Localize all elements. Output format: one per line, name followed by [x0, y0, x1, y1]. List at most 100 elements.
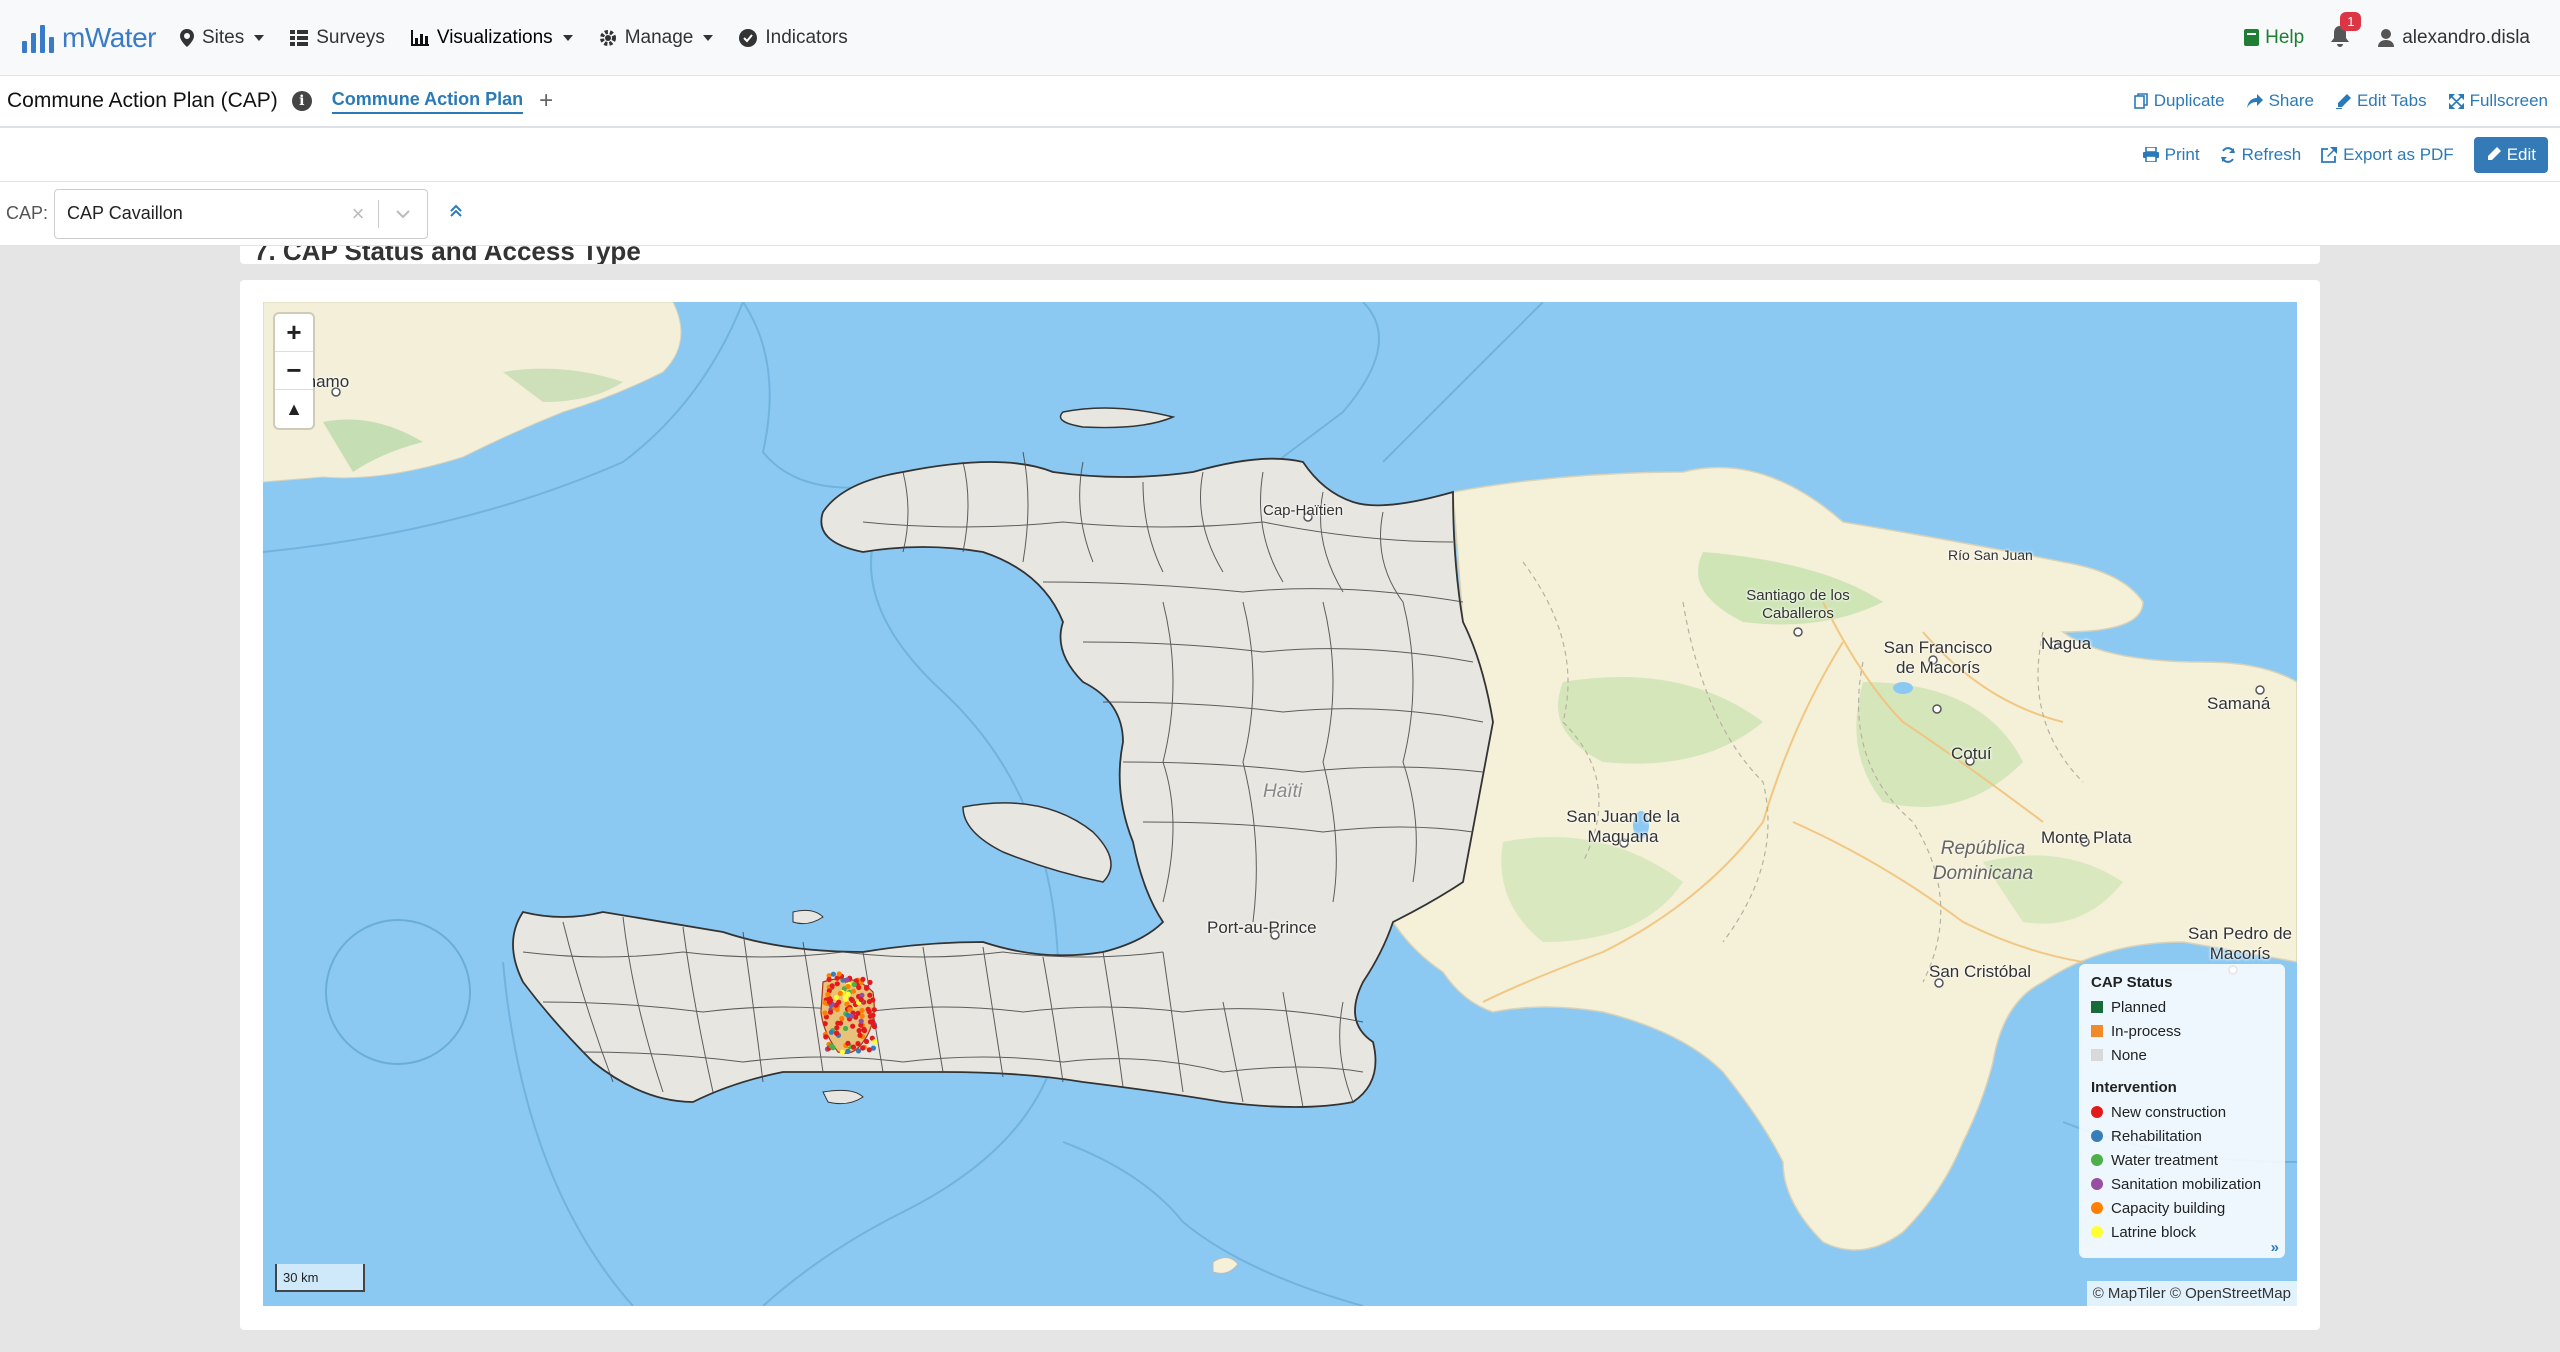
- intervention-point[interactable]: [866, 999, 873, 1005]
- intervention-point[interactable]: [850, 1023, 856, 1029]
- edit-button[interactable]: Edit: [2473, 136, 2548, 173]
- nav-surveys[interactable]: Surveys: [290, 27, 385, 49]
- intervention-point[interactable]: [829, 983, 835, 989]
- duplicate-label: Duplicate: [2153, 91, 2225, 110]
- fullscreen-button[interactable]: Fullscreen: [2448, 91, 2548, 111]
- intervention-point[interactable]: [856, 984, 862, 991]
- intervention-point[interactable]: [870, 1012, 876, 1018]
- intervention-point[interactable]: [835, 1020, 841, 1026]
- intervention-point[interactable]: [867, 979, 873, 986]
- user-menu[interactable]: alexandro.disla: [2378, 27, 2538, 49]
- intervention-point[interactable]: [845, 1048, 851, 1054]
- intervention-point[interactable]: [837, 990, 844, 997]
- nav-sites[interactable]: Sites: [179, 26, 265, 49]
- map-scale-bar: 30 km: [275, 1264, 365, 1292]
- pencil-icon: [2487, 147, 2501, 160]
- zoom-out-button[interactable]: −: [275, 352, 313, 390]
- intervention-point[interactable]: [843, 1025, 849, 1032]
- intervention-point[interactable]: [836, 971, 842, 977]
- intervention-point[interactable]: [858, 997, 864, 1003]
- intervention-point[interactable]: [871, 1007, 877, 1013]
- add-tab-button[interactable]: +: [539, 87, 553, 115]
- intervention-point[interactable]: [861, 1026, 867, 1032]
- export-pdf-button[interactable]: Export as PDF: [2321, 145, 2454, 165]
- intervention-point[interactable]: [866, 1047, 872, 1053]
- intervention-point[interactable]: [828, 997, 834, 1003]
- intervention-point[interactable]: [860, 1045, 866, 1051]
- zoom-in-button[interactable]: +: [275, 314, 313, 352]
- clear-icon[interactable]: ×: [338, 201, 378, 227]
- gear-icon: [599, 29, 616, 46]
- intervention-point[interactable]: [869, 1019, 876, 1025]
- intervention-point[interactable]: [826, 976, 832, 983]
- intervention-point[interactable]: [851, 981, 857, 988]
- intervention-point[interactable]: [845, 983, 851, 990]
- intervention-point[interactable]: [865, 1006, 871, 1012]
- nav-manage[interactable]: Manage: [599, 27, 714, 49]
- intervention-point[interactable]: [844, 977, 850, 983]
- external-link-icon: [2321, 146, 2338, 163]
- intervention-point[interactable]: [823, 1034, 829, 1040]
- intervention-point[interactable]: [855, 1048, 862, 1054]
- refresh-button[interactable]: Refresh: [2220, 145, 2301, 165]
- intervention-point[interactable]: [855, 1010, 861, 1016]
- legend-collapse-button[interactable]: »: [2271, 1239, 2279, 1256]
- collapse-filters-icon[interactable]: [450, 204, 462, 223]
- city-label-samana: Samaná: [2207, 694, 2271, 713]
- dashboard-actionbar: Print Refresh Export as PDF Edit: [0, 128, 2560, 182]
- intervention-point[interactable]: [850, 1044, 857, 1050]
- swatch: [2091, 1226, 2103, 1238]
- intervention-point[interactable]: [860, 976, 866, 982]
- intervention-point[interactable]: [830, 971, 837, 977]
- intervention-point[interactable]: [843, 996, 849, 1002]
- cap-select[interactable]: CAP Cavaillon ×: [54, 188, 429, 239]
- edit-label: Edit: [2506, 144, 2536, 164]
- intervention-point[interactable]: [845, 1012, 851, 1018]
- intervention-point[interactable]: [822, 1021, 828, 1027]
- intervention-point[interactable]: [827, 1009, 834, 1015]
- zoom-controls: + − ▲: [275, 314, 313, 428]
- intervention-point[interactable]: [839, 1015, 845, 1022]
- tab-commune-action-plan[interactable]: Commune Action Plan: [331, 89, 524, 114]
- intervention-point[interactable]: [830, 1045, 836, 1051]
- intervention-point[interactable]: [857, 1032, 863, 1038]
- intervention-point[interactable]: [863, 1038, 870, 1045]
- map[interactable]: ntánamo Cap-Haïtien Santiago de los Caba…: [263, 302, 2297, 1306]
- intervention-point[interactable]: [836, 999, 842, 1005]
- intervention-point[interactable]: [845, 1040, 851, 1046]
- info-icon[interactable]: i: [291, 91, 312, 111]
- chevron-down-icon[interactable]: [379, 209, 427, 219]
- notifications-button[interactable]: 1: [2330, 11, 2362, 50]
- intervention-point[interactable]: [834, 981, 840, 987]
- swatch: [2091, 1202, 2103, 1214]
- help-link[interactable]: Help: [2244, 27, 2304, 49]
- brand-logo[interactable]: mWater: [22, 22, 156, 54]
- intervention-point[interactable]: [825, 991, 831, 998]
- intervention-point[interactable]: [850, 988, 857, 994]
- share-button[interactable]: Share: [2246, 91, 2314, 111]
- nav-indicators[interactable]: Indicators: [739, 27, 848, 49]
- map-attribution[interactable]: © MapTiler © OpenStreetMap: [2086, 1281, 2297, 1306]
- intervention-point[interactable]: [833, 995, 840, 1001]
- intervention-point[interactable]: [859, 1013, 865, 1019]
- city-label-san-cristobal: San Cristóbal: [1929, 962, 2032, 981]
- edit-tabs-button[interactable]: Edit Tabs: [2335, 91, 2427, 111]
- intervention-point[interactable]: [858, 1018, 864, 1024]
- intervention-point[interactable]: [822, 1010, 828, 1016]
- intervention-point[interactable]: [847, 1006, 853, 1013]
- compass-reset-button[interactable]: ▲: [275, 390, 313, 428]
- intervention-point[interactable]: [867, 992, 873, 998]
- intervention-point[interactable]: [834, 1030, 840, 1036]
- intervention-point[interactable]: [848, 996, 855, 1002]
- nav-sites-label: Sites: [201, 26, 245, 48]
- duplicate-button[interactable]: Duplicate: [2133, 91, 2225, 111]
- intervention-point[interactable]: [856, 1028, 862, 1034]
- intervention-point[interactable]: [839, 1049, 845, 1055]
- print-button[interactable]: Print: [2142, 145, 2200, 165]
- intervention-point[interactable]: [855, 1041, 861, 1047]
- nav-visualizations[interactable]: Visualizations: [410, 27, 573, 49]
- intervention-point[interactable]: [845, 991, 851, 997]
- intervention-point[interactable]: [863, 985, 870, 991]
- intervention-point[interactable]: [828, 1029, 835, 1035]
- intervention-point[interactable]: [872, 1039, 878, 1045]
